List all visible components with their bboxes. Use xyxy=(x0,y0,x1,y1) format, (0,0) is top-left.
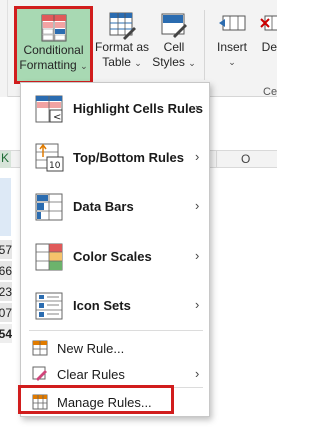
chevron-right-icon: › xyxy=(195,248,200,263)
cell-styles-button[interactable]: Cell Styles ⌄ xyxy=(150,6,198,84)
ribbon-group-separator xyxy=(204,10,205,80)
insert-cells-icon xyxy=(219,15,246,31)
ribbon-left-edge xyxy=(0,0,8,97)
cell-value[interactable]: 307 xyxy=(0,303,12,323)
cell-styles-label-line2: Styles ⌄ xyxy=(152,55,196,69)
chevron-down-icon: ⌄ xyxy=(228,57,236,67)
chevron-right-icon: › xyxy=(195,149,200,164)
cell-value[interactable]: 354 xyxy=(0,324,12,344)
cell-styles-icon xyxy=(161,13,187,38)
chevron-down-icon: ⌄ xyxy=(134,58,142,68)
chevron-down-icon: ⌄ xyxy=(80,61,88,71)
menu-item-clear-rules[interactable]: Clear Rules › xyxy=(21,361,209,387)
delete-cells-icon xyxy=(260,15,277,31)
delete-label: Dele xyxy=(261,40,277,54)
format-as-table-label-line1: Format as xyxy=(95,40,150,54)
menu-item-label: Icon Sets xyxy=(73,298,131,313)
chevron-right-icon: › xyxy=(195,297,200,312)
menu-item-highlight-cells-rules[interactable]: < Highlight Cells Rules › xyxy=(21,91,209,127)
manage-rules-highlight xyxy=(18,385,174,414)
top-bottom-rules-icon: 10 xyxy=(35,143,64,172)
conditional-formatting-button[interactable]: Conditional Formatting ⌄ xyxy=(14,6,93,84)
svg-text:10: 10 xyxy=(49,161,61,171)
new-rule-icon xyxy=(32,340,48,356)
menu-item-label: Color Scales xyxy=(73,249,152,264)
column-header-o[interactable]: O xyxy=(241,152,250,166)
menu-separator xyxy=(29,330,203,331)
conditional-formatting-label-line2: Formatting ⌄ xyxy=(19,58,88,72)
menu-item-icon-sets[interactable]: Icon Sets › xyxy=(21,288,209,324)
menu-item-label: New Rule... xyxy=(57,341,125,356)
format-as-table-icon xyxy=(109,12,136,40)
delete-button[interactable]: Dele xyxy=(254,6,277,84)
menu-item-new-rule[interactable]: New Rule... xyxy=(21,335,209,361)
cell-value[interactable]: 957 xyxy=(0,240,12,260)
cell-value[interactable]: 966 xyxy=(0,261,12,281)
menu-item-top-bottom-rules[interactable]: 10 Top/Bottom Rules › xyxy=(21,140,209,176)
menu-item-label: Clear Rules xyxy=(57,367,125,382)
selected-cell-range[interactable] xyxy=(0,178,11,236)
svg-text:<: < xyxy=(53,112,61,123)
format-as-table-button[interactable]: Format as Table ⌄ xyxy=(95,6,149,84)
color-scales-icon xyxy=(35,243,63,271)
highlight-cells-rules-icon: < xyxy=(35,95,63,123)
excel-window: Conditional Formatting ⌄ Format as Table… xyxy=(0,0,277,428)
data-bars-icon xyxy=(35,193,63,221)
cell-styles-label-line1: Cell xyxy=(163,40,185,54)
menu-item-label: Highlight Cells Rules xyxy=(73,101,204,116)
icon-sets-icon xyxy=(35,292,63,320)
chevron-right-icon: › xyxy=(195,198,200,213)
format-as-table-label-line2: Table ⌄ xyxy=(102,55,142,69)
chevron-right-icon: › xyxy=(195,366,200,381)
cell-value[interactable]: 123 xyxy=(0,282,12,302)
chevron-right-icon: › xyxy=(195,100,200,115)
clear-rules-icon xyxy=(32,366,47,381)
menu-item-data-bars[interactable]: Data Bars › xyxy=(21,189,209,225)
conditional-formatting-menu: < Highlight Cells Rules › 10 Top/Bottom … xyxy=(20,82,210,417)
insert-label: Insert xyxy=(216,40,247,54)
menu-item-color-scales[interactable]: Color Scales › xyxy=(21,239,209,275)
menu-item-label: Data Bars xyxy=(73,199,134,214)
insert-button[interactable]: Insert ⌄ xyxy=(212,6,252,84)
conditional-formatting-label-line1: Conditional xyxy=(23,43,84,57)
conditional-formatting-icon xyxy=(41,14,66,42)
column-header-k[interactable]: K xyxy=(0,151,11,168)
chevron-down-icon: ⌄ xyxy=(188,58,196,68)
column-divider xyxy=(216,151,217,168)
menu-item-label: Top/Bottom Rules xyxy=(73,150,184,165)
